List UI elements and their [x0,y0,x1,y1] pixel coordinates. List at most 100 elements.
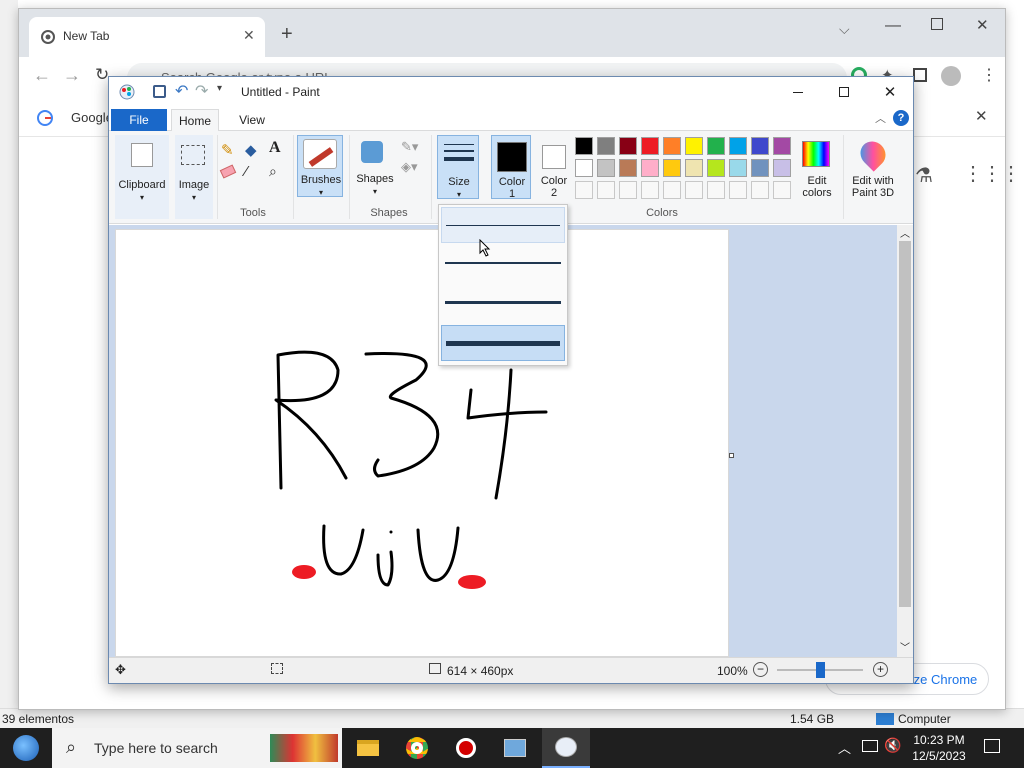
taskbar-file-explorer[interactable] [344,728,392,768]
color2-button[interactable]: Color 2 [535,135,573,199]
close-window-icon[interactable]: ✕ [976,16,989,34]
palette-swatch[interactable] [729,159,747,177]
taskbar-chrome[interactable] [393,728,441,768]
close-tab-icon[interactable]: ✕ [243,27,255,44]
scroll-down-icon[interactable]: ﹀ [900,639,910,654]
close-banner-icon[interactable]: ✕ [975,107,988,125]
google-bookmark[interactable]: Google [71,110,113,125]
palette-swatch-empty[interactable] [751,181,769,199]
edit-with-paint3d-button[interactable]: Edit with Paint 3D [845,135,901,199]
palette-swatch[interactable] [641,159,659,177]
tray-clock[interactable]: 10:23 PM 12/5/2023 [900,732,978,764]
zoom-in-icon[interactable]: + [873,662,888,677]
zoom-out-icon[interactable]: − [753,662,768,677]
palette-swatch-empty[interactable] [597,181,615,199]
redo-icon[interactable]: ↷ [195,81,208,101]
drawing-canvas[interactable] [115,229,729,657]
tray-chevron-icon[interactable]: ︿ [838,738,851,757]
pencil-icon[interactable]: ✎ [221,141,234,159]
size-option-1px[interactable] [441,207,565,243]
taskbar-control-panel[interactable] [491,728,539,768]
paint-maximize-button[interactable] [821,77,867,107]
minimize-icon[interactable]: — [885,17,901,35]
magnifier-icon[interactable]: ⌕ [269,163,277,180]
undo-icon[interactable]: ↶ [175,81,188,101]
size-button[interactable]: Size ▾ [437,135,479,199]
forward-icon[interactable]: → [63,65,81,86]
tab-home[interactable]: Home [171,109,219,132]
tab-view[interactable]: View [227,109,277,131]
palette-swatch-empty[interactable] [619,181,637,199]
palette-swatch[interactable] [575,159,593,177]
menu-kebab-icon[interactable]: ⋮ [981,65,997,85]
maximize-icon[interactable] [931,18,943,30]
palette-swatch[interactable] [773,159,791,177]
shapes-button[interactable]: Shapes ▾ [353,135,397,197]
canvas-resize-handle[interactable] [729,453,734,458]
palette-swatch[interactable] [729,137,747,155]
zoom-slider-thumb[interactable] [816,662,825,678]
back-icon[interactable]: ← [33,65,51,86]
eraser-icon[interactable] [219,164,237,179]
save-icon[interactable] [153,85,166,98]
paint-close-button[interactable]: ✕ [867,77,913,107]
palette-swatch[interactable] [751,137,769,155]
color-picker-icon[interactable]: ⁄ [245,163,248,180]
apps-grid-icon[interactable]: ⋮⋮⋮ [963,161,1021,186]
palette-swatch[interactable] [773,137,791,155]
paint-minimize-button[interactable] [775,77,821,107]
palette-swatch[interactable] [619,159,637,177]
profile-avatar-icon[interactable] [941,66,961,86]
scroll-up-icon[interactable]: ︿ [900,225,910,240]
taskbar-recorder[interactable] [442,728,490,768]
size-option-8px[interactable] [441,325,565,361]
palette-swatch[interactable] [663,137,681,155]
palette-swatch[interactable] [641,137,659,155]
tab-search-chevron-icon[interactable]: ⌵ [839,21,850,38]
collapse-ribbon-icon[interactable]: ︿ [875,110,886,126]
network-icon[interactable] [862,740,878,752]
palette-swatch[interactable] [685,137,703,155]
palette-swatch[interactable] [707,159,725,177]
palette-swatch-empty[interactable] [663,181,681,199]
volume-muted-icon[interactable]: 🔇 [884,737,901,754]
vertical-scrollbar[interactable]: ︿ ﹀ [897,225,913,657]
color1-button[interactable]: Color 1 [491,135,531,200]
tab-file[interactable]: File [111,109,167,131]
clipboard-button[interactable]: Clipboard ▾ [115,135,169,219]
palette-swatch-empty[interactable] [773,181,791,199]
palette-swatch[interactable] [597,159,615,177]
text-icon[interactable]: A [269,139,281,157]
taskbar-paint[interactable] [542,728,590,768]
side-panel-icon[interactable] [913,68,927,82]
size-option-5px[interactable] [441,285,565,321]
palette-swatch[interactable] [619,137,637,155]
palette-swatch-empty[interactable] [641,181,659,199]
palette-swatch[interactable] [597,137,615,155]
notifications-icon[interactable] [984,739,1000,753]
outline-icon[interactable]: ✎▾ [401,139,418,155]
size-option-3px[interactable] [441,245,565,281]
palette-swatch[interactable] [707,137,725,155]
fill-bucket-icon[interactable]: ◆ [245,141,257,159]
fill-icon[interactable]: ◈▾ [401,159,418,175]
palette-swatch[interactable] [663,159,681,177]
quick-access-dropdown-icon[interactable]: ▾ [217,83,222,94]
palette-swatch-empty[interactable] [575,181,593,199]
scrollbar-thumb[interactable] [899,241,911,607]
palette-swatch[interactable] [685,159,703,177]
palette-swatch-empty[interactable] [729,181,747,199]
start-button[interactable] [2,728,50,768]
edit-colors-button[interactable]: Edit colors [795,135,839,199]
tab-new-tab[interactable]: New Tab ✕ [29,17,265,57]
palette-swatch[interactable] [751,159,769,177]
palette-swatch-empty[interactable] [707,181,725,199]
taskbar-search-box[interactable]: ⌕ Type here to search [52,728,342,768]
new-tab-icon[interactable]: + [281,23,293,46]
palette-swatch-empty[interactable] [685,181,703,199]
image-button[interactable]: Image ▾ [175,135,213,219]
help-icon[interactable]: ? [893,110,909,126]
brushes-button[interactable]: Brushes ▾ [297,135,343,197]
labs-flask-icon[interactable]: ⚗ [915,163,933,188]
palette-swatch[interactable] [575,137,593,155]
